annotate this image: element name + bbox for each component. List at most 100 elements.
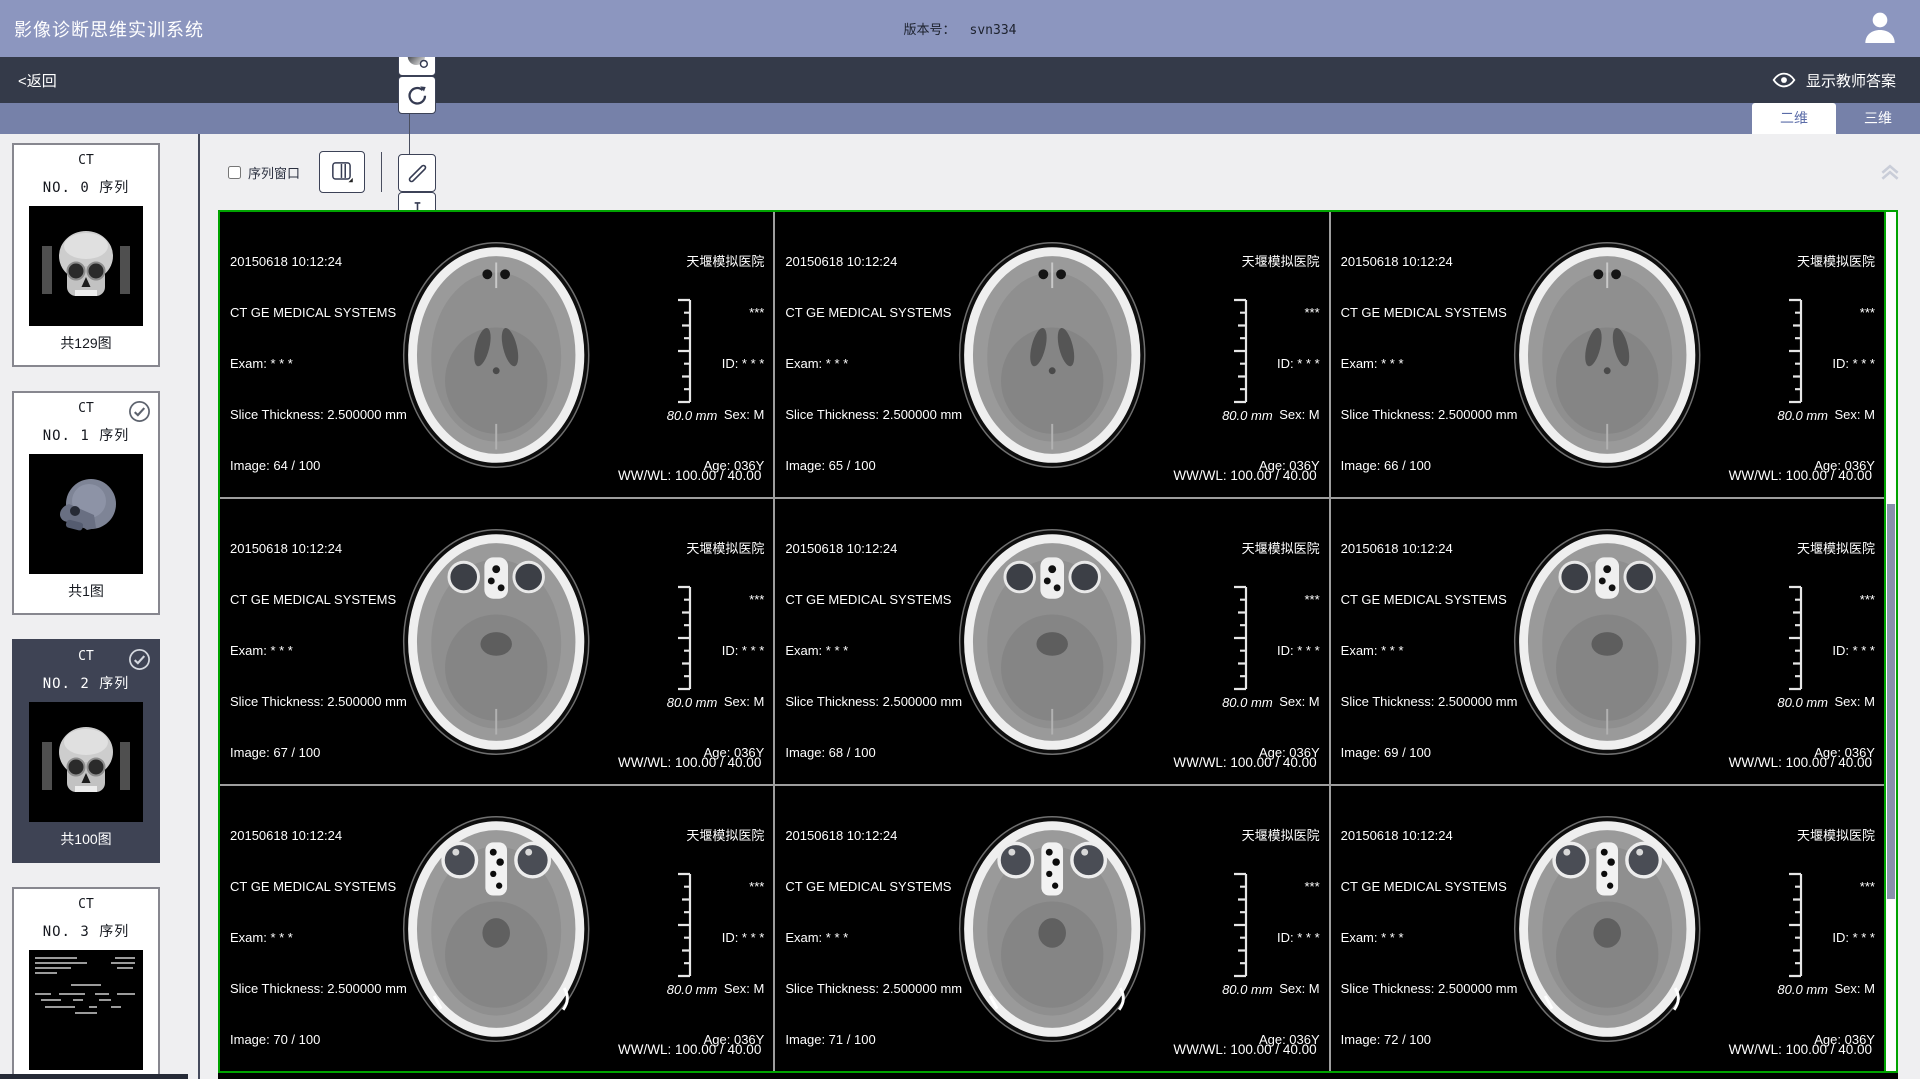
image-viewer: 20150618 10:12:24 CT GE MEDICAL SYSTEMS … — [218, 210, 1898, 1073]
overlay-datetime: 20150618 10:12:24 — [230, 827, 407, 844]
scale-label: 80.0 mm — [667, 982, 718, 997]
reset-tool[interactable] — [398, 76, 436, 114]
overlay-image-number: Image: 72 / 100 — [1341, 1031, 1518, 1048]
overlay-patient-id: ID: * * * — [686, 929, 764, 946]
scale-ruler-icon — [1227, 872, 1251, 978]
series-window-checkbox[interactable] — [228, 166, 241, 179]
overlay-exam: Exam: * * * — [230, 642, 407, 659]
overlay-top-left: 20150618 10:12:24 CT GE MEDICAL SYSTEMS … — [1341, 506, 1518, 784]
overlay-image-number: Image: 68 / 100 — [785, 744, 962, 761]
ct-image-cell-5[interactable]: 20150618 10:12:24 CT GE MEDICAL SYSTEMS … — [1331, 499, 1884, 784]
viewer-scrollbar-thumb[interactable] — [1887, 504, 1895, 899]
series-card-3[interactable]: CT NO. 3 序列 共1图 — [12, 887, 160, 1079]
collapse-toolbar-button[interactable] — [1878, 159, 1902, 186]
top-bar: 影像诊断思维实训系统 版本号：svn334 — [0, 0, 1920, 57]
series-modality: CT — [14, 897, 158, 912]
overlay-slice-thickness: Slice Thickness: 2.500000 mm — [1341, 693, 1518, 710]
line-icon — [405, 161, 430, 186]
user-icon — [1860, 8, 1900, 48]
view-tabs: 二维 三维 — [0, 103, 1920, 134]
series-thumbnail — [29, 454, 143, 574]
overlay-top-right: 天堰模拟医院 *** ID: * * * Sex: M Age: 036Y — [1797, 219, 1875, 497]
scale-label: 80.0 mm — [1777, 408, 1828, 423]
window-level-label: WW/WL: 100.00 / 40.00 — [1173, 468, 1316, 483]
overlay-datetime: 20150618 10:12:24 — [230, 540, 407, 557]
series-card-0[interactable]: CT NO. 0 序列 共129图 — [12, 143, 160, 367]
scale-label: 80.0 mm — [1222, 982, 1273, 997]
ct-image-cell-2[interactable]: 20150618 10:12:24 CT GE MEDICAL SYSTEMS … — [1331, 212, 1884, 497]
ct-image-cell-0[interactable]: 20150618 10:12:24 CT GE MEDICAL SYSTEMS … — [220, 212, 773, 497]
show-teacher-answer-button[interactable]: 显示教师答案 — [1771, 70, 1896, 91]
scale-ruler-icon — [1782, 872, 1806, 978]
overlay-device: CT GE MEDICAL SYSTEMS — [1341, 591, 1518, 608]
overlay-image-number: Image: 70 / 100 — [230, 1031, 407, 1048]
line-measure-tool[interactable] — [398, 154, 436, 192]
overlay-top-left: 20150618 10:12:24 CT GE MEDICAL SYSTEMS … — [785, 506, 962, 784]
overlay-patient-id: ID: * * * — [1797, 929, 1875, 946]
overlay-slice-thickness: Slice Thickness: 2.500000 mm — [785, 693, 962, 710]
overlay-image-number: Image: 67 / 100 — [230, 744, 407, 761]
layout-button[interactable] — [319, 151, 365, 193]
overlay-datetime: 20150618 10:12:24 — [1341, 253, 1518, 270]
overlay-top-left: 20150618 10:12:24 CT GE MEDICAL SYSTEMS … — [230, 506, 407, 784]
overlay-stars: *** — [1242, 878, 1320, 895]
overlay-stars: *** — [686, 304, 764, 321]
overlay-top-left: 20150618 10:12:24 CT GE MEDICAL SYSTEMS … — [1341, 793, 1518, 1071]
ct-image-cell-1[interactable]: 20150618 10:12:24 CT GE MEDICAL SYSTEMS … — [775, 212, 1328, 497]
scale-ruler-icon — [671, 872, 695, 978]
overlay-slice-thickness: Slice Thickness: 2.500000 mm — [230, 406, 407, 423]
viewer-scrollbar[interactable] — [1884, 212, 1896, 1071]
overlay-patient-id: ID: * * * — [1797, 355, 1875, 372]
tab-2d[interactable]: 二维 — [1752, 103, 1836, 134]
user-avatar-button[interactable] — [1860, 8, 1900, 48]
overlay-device: CT GE MEDICAL SYSTEMS — [230, 591, 407, 608]
overlay-exam: Exam: * * * — [1341, 642, 1518, 659]
ct-image-cell-3[interactable]: 20150618 10:12:24 CT GE MEDICAL SYSTEMS … — [220, 499, 773, 784]
tab-3d[interactable]: 三维 — [1836, 103, 1920, 134]
overlay-hospital: 天堰模拟医院 — [1797, 540, 1875, 557]
series-window-checkbox-group: 序列窗口 — [228, 163, 300, 182]
overlay-top-right: 天堰模拟医院 *** ID: * * * Sex: M Age: 036Y — [1242, 219, 1320, 497]
overlay-datetime: 20150618 10:12:24 — [785, 253, 962, 270]
ct-slice-graphic — [383, 229, 609, 481]
series-name: NO. 1 序列 — [14, 425, 158, 445]
overlay-top-left: 20150618 10:12:24 CT GE MEDICAL SYSTEMS … — [230, 793, 407, 1071]
toolbar-divider — [409, 114, 410, 154]
overlay-slice-thickness: Slice Thickness: 2.500000 mm — [785, 406, 962, 423]
overlay-top-left: 20150618 10:12:24 CT GE MEDICAL SYSTEMS … — [785, 219, 962, 497]
ct-image-cell-8[interactable]: 20150618 10:12:24 CT GE MEDICAL SYSTEMS … — [1331, 786, 1884, 1071]
overlay-hospital: 天堰模拟医院 — [1797, 253, 1875, 270]
series-name: NO. 0 序列 — [14, 177, 158, 197]
scale-label: 80.0 mm — [1222, 408, 1273, 423]
chevron-up-icon — [1878, 159, 1902, 181]
overlay-slice-thickness: Slice Thickness: 2.500000 mm — [785, 980, 962, 997]
nav-bar: <返回 显示教师答案 — [0, 57, 1920, 103]
series-name: NO. 3 序列 — [14, 921, 158, 941]
ct-image-cell-6[interactable]: 20150618 10:12:24 CT GE MEDICAL SYSTEMS … — [220, 786, 773, 1071]
overlay-slice-thickness: Slice Thickness: 2.500000 mm — [230, 980, 407, 997]
eye-icon — [1771, 70, 1797, 90]
ct-slice-graphic — [939, 803, 1165, 1055]
overlay-datetime: 20150618 10:12:24 — [230, 253, 407, 270]
layout-grid-icon — [328, 159, 356, 185]
overlay-datetime: 20150618 10:12:24 — [1341, 540, 1518, 557]
series-modality: CT — [14, 153, 158, 168]
toolbar-divider — [381, 152, 382, 192]
series-image-count: 共1图 — [14, 581, 158, 601]
ct-image-cell-7[interactable]: 20150618 10:12:24 CT GE MEDICAL SYSTEMS … — [775, 786, 1328, 1071]
ct-slice-graphic — [1494, 229, 1720, 481]
ct-slice-graphic — [1494, 516, 1720, 768]
version-value: svn334 — [970, 23, 1017, 38]
overlay-patient-id: ID: * * * — [686, 355, 764, 372]
overlay-datetime: 20150618 10:12:24 — [785, 540, 962, 557]
overlay-device: CT GE MEDICAL SYSTEMS — [230, 304, 407, 321]
series-card-1[interactable]: CT NO. 1 序列 共1图 — [12, 391, 160, 615]
checkmark-icon — [128, 400, 151, 423]
ct-image-cell-4[interactable]: 20150618 10:12:24 CT GE MEDICAL SYSTEMS … — [775, 499, 1328, 784]
overlay-image-number: Image: 65 / 100 — [785, 457, 962, 474]
overlay-hospital: 天堰模拟医院 — [1242, 253, 1320, 270]
series-card-2[interactable]: CT NO. 2 序列 共100图 — [12, 639, 160, 863]
series-thumbnail — [29, 702, 143, 822]
overlay-slice-thickness: Slice Thickness: 2.500000 mm — [1341, 980, 1518, 997]
back-button[interactable]: <返回 — [18, 70, 57, 91]
